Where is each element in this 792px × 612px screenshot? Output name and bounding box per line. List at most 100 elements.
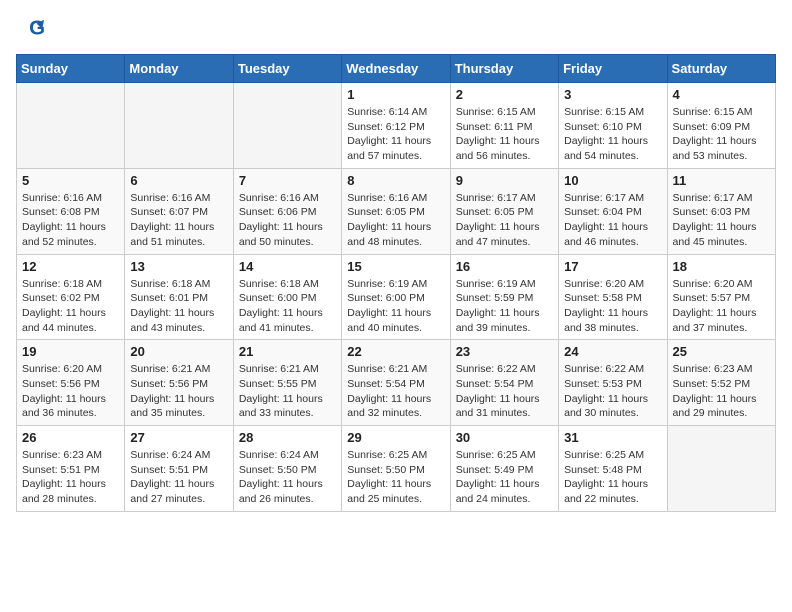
day-number: 26 (22, 430, 119, 445)
day-number: 31 (564, 430, 661, 445)
calendar-cell: 5 Sunrise: 6:16 AM Sunset: 6:08 PM Daylig… (17, 168, 125, 254)
calendar-cell: 16 Sunrise: 6:19 AM Sunset: 5:59 PM Dayli… (450, 254, 558, 340)
day-of-week-header: Thursday (450, 55, 558, 83)
day-info: Sunrise: 6:18 AM Sunset: 6:02 PM Dayligh… (22, 277, 119, 336)
day-info: Sunrise: 6:20 AM Sunset: 5:58 PM Dayligh… (564, 277, 661, 336)
calendar-cell: 20 Sunrise: 6:21 AM Sunset: 5:56 PM Dayli… (125, 340, 233, 426)
day-info: Sunrise: 6:20 AM Sunset: 5:57 PM Dayligh… (673, 277, 770, 336)
calendar-cell: 25 Sunrise: 6:23 AM Sunset: 5:52 PM Dayli… (667, 340, 775, 426)
calendar-cell: 28Sunrise: 6:24 AM Sunset: 5:50 PM Dayli… (233, 426, 341, 512)
day-number: 27 (130, 430, 227, 445)
day-info: Sunrise: 6:20 AM Sunset: 5:56 PM Dayligh… (22, 362, 119, 421)
day-info: Sunrise: 6:19 AM Sunset: 6:00 PM Dayligh… (347, 277, 444, 336)
day-info: Sunrise: 6:18 AM Sunset: 6:00 PM Dayligh… (239, 277, 336, 336)
day-info: Sunrise: 6:21 AM Sunset: 5:56 PM Dayligh… (130, 362, 227, 421)
day-number: 4 (673, 87, 770, 102)
day-number: 28 (239, 430, 336, 445)
day-number: 15 (347, 259, 444, 274)
day-number: 5 (22, 173, 119, 188)
calendar-cell: 29 Sunrise: 6:25 AM Sunset: 5:50 PM Dayli… (342, 426, 450, 512)
calendar-week-row: 19 Sunrise: 6:20 AM Sunset: 5:56 PM Dayli… (17, 340, 776, 426)
day-number: 9 (456, 173, 553, 188)
day-number: 25 (673, 344, 770, 359)
day-of-week-header: Sunday (17, 55, 125, 83)
calendar-week-row: 1Sunrise: 6:14 AM Sunset: 6:12 PM Daylig… (17, 83, 776, 169)
day-info: Sunrise: 6:17 AM Sunset: 6:04 PM Dayligh… (564, 191, 661, 250)
calendar-cell: 30 Sunrise: 6:25 AM Sunset: 5:49 PM Dayli… (450, 426, 558, 512)
day-number: 17 (564, 259, 661, 274)
day-number: 29 (347, 430, 444, 445)
calendar-cell: 31 Sunrise: 6:25 AM Sunset: 5:48 PM Dayli… (559, 426, 667, 512)
calendar-week-row: 12Sunrise: 6:18 AM Sunset: 6:02 PM Dayli… (17, 254, 776, 340)
day-number: 14 (239, 259, 336, 274)
day-info: Sunrise: 6:25 AM Sunset: 5:48 PM Dayligh… (564, 448, 661, 507)
day-of-week-header: Wednesday (342, 55, 450, 83)
day-info: Sunrise: 6:15 AM Sunset: 6:09 PM Dayligh… (673, 105, 770, 164)
calendar-table: SundayMondayTuesdayWednesdayThursdayFrid… (16, 54, 776, 512)
day-info: Sunrise: 6:17 AM Sunset: 6:05 PM Dayligh… (456, 191, 553, 250)
calendar-cell: 13 Sunrise: 6:18 AM Sunset: 6:01 PM Dayli… (125, 254, 233, 340)
calendar-week-row: 5 Sunrise: 6:16 AM Sunset: 6:08 PM Daylig… (17, 168, 776, 254)
day-number: 13 (130, 259, 227, 274)
day-info: Sunrise: 6:16 AM Sunset: 6:08 PM Dayligh… (22, 191, 119, 250)
calendar-cell: 18 Sunrise: 6:20 AM Sunset: 5:57 PM Dayli… (667, 254, 775, 340)
calendar-cell: 1Sunrise: 6:14 AM Sunset: 6:12 PM Daylig… (342, 83, 450, 169)
calendar-cell: 9 Sunrise: 6:17 AM Sunset: 6:05 PM Daylig… (450, 168, 558, 254)
day-info: Sunrise: 6:21 AM Sunset: 5:55 PM Dayligh… (239, 362, 336, 421)
calendar-cell: 26 Sunrise: 6:23 AM Sunset: 5:51 PM Dayli… (17, 426, 125, 512)
calendar-header-row: SundayMondayTuesdayWednesdayThursdayFrid… (17, 55, 776, 83)
day-number: 16 (456, 259, 553, 274)
calendar-cell: 24Sunrise: 6:22 AM Sunset: 5:53 PM Dayli… (559, 340, 667, 426)
day-info: Sunrise: 6:16 AM Sunset: 6:07 PM Dayligh… (130, 191, 227, 250)
day-number: 7 (239, 173, 336, 188)
day-info: Sunrise: 6:24 AM Sunset: 5:51 PM Dayligh… (130, 448, 227, 507)
calendar-cell (125, 83, 233, 169)
calendar-cell: 22 Sunrise: 6:21 AM Sunset: 5:54 PM Dayli… (342, 340, 450, 426)
day-info: Sunrise: 6:16 AM Sunset: 6:05 PM Dayligh… (347, 191, 444, 250)
day-number: 23 (456, 344, 553, 359)
day-number: 18 (673, 259, 770, 274)
day-info: Sunrise: 6:22 AM Sunset: 5:54 PM Dayligh… (456, 362, 553, 421)
day-number: 2 (456, 87, 553, 102)
day-info: Sunrise: 6:17 AM Sunset: 6:03 PM Dayligh… (673, 191, 770, 250)
calendar-cell: 12Sunrise: 6:18 AM Sunset: 6:02 PM Dayli… (17, 254, 125, 340)
day-info: Sunrise: 6:21 AM Sunset: 5:54 PM Dayligh… (347, 362, 444, 421)
day-of-week-header: Friday (559, 55, 667, 83)
calendar-cell: 23 Sunrise: 6:22 AM Sunset: 5:54 PM Dayli… (450, 340, 558, 426)
calendar-cell: 10 Sunrise: 6:17 AM Sunset: 6:04 PM Dayli… (559, 168, 667, 254)
day-number: 24 (564, 344, 661, 359)
day-info: Sunrise: 6:25 AM Sunset: 5:50 PM Dayligh… (347, 448, 444, 507)
calendar-cell: 3Sunrise: 6:15 AM Sunset: 6:10 PM Daylig… (559, 83, 667, 169)
day-number: 19 (22, 344, 119, 359)
day-info: Sunrise: 6:16 AM Sunset: 6:06 PM Dayligh… (239, 191, 336, 250)
day-number: 10 (564, 173, 661, 188)
calendar-cell: 6 Sunrise: 6:16 AM Sunset: 6:07 PM Daylig… (125, 168, 233, 254)
calendar-cell: 8Sunrise: 6:16 AM Sunset: 6:05 PM Daylig… (342, 168, 450, 254)
day-number: 1 (347, 87, 444, 102)
day-info: Sunrise: 6:15 AM Sunset: 6:11 PM Dayligh… (456, 105, 553, 164)
day-of-week-header: Saturday (667, 55, 775, 83)
page-header: G (16, 16, 776, 44)
day-info: Sunrise: 6:25 AM Sunset: 5:49 PM Dayligh… (456, 448, 553, 507)
calendar-cell: 15 Sunrise: 6:19 AM Sunset: 6:00 PM Dayli… (342, 254, 450, 340)
day-of-week-header: Tuesday (233, 55, 341, 83)
day-number: 6 (130, 173, 227, 188)
day-number: 3 (564, 87, 661, 102)
day-info: Sunrise: 6:23 AM Sunset: 5:51 PM Dayligh… (22, 448, 119, 507)
calendar-cell: 7 Sunrise: 6:16 AM Sunset: 6:06 PM Daylig… (233, 168, 341, 254)
day-number: 20 (130, 344, 227, 359)
calendar-cell (233, 83, 341, 169)
calendar-cell: 19 Sunrise: 6:20 AM Sunset: 5:56 PM Dayli… (17, 340, 125, 426)
calendar-cell: 21Sunrise: 6:21 AM Sunset: 5:55 PM Dayli… (233, 340, 341, 426)
day-info: Sunrise: 6:23 AM Sunset: 5:52 PM Dayligh… (673, 362, 770, 421)
calendar-week-row: 26 Sunrise: 6:23 AM Sunset: 5:51 PM Dayli… (17, 426, 776, 512)
calendar-cell (17, 83, 125, 169)
day-info: Sunrise: 6:19 AM Sunset: 5:59 PM Dayligh… (456, 277, 553, 336)
day-number: 11 (673, 173, 770, 188)
calendar-cell: 11 Sunrise: 6:17 AM Sunset: 6:03 PM Dayli… (667, 168, 775, 254)
day-info: Sunrise: 6:18 AM Sunset: 6:01 PM Dayligh… (130, 277, 227, 336)
day-of-week-header: Monday (125, 55, 233, 83)
day-number: 30 (456, 430, 553, 445)
calendar-cell: 2 Sunrise: 6:15 AM Sunset: 6:11 PM Daylig… (450, 83, 558, 169)
day-number: 22 (347, 344, 444, 359)
